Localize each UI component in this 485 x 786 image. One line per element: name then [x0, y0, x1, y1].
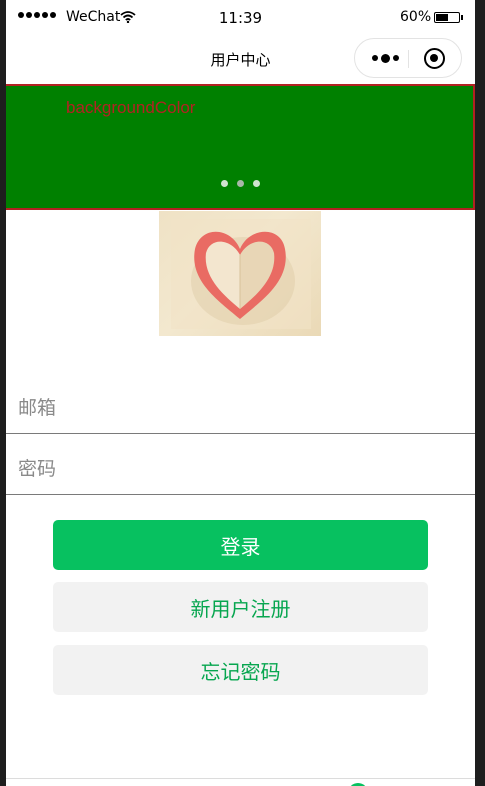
forgot-password-button[interactable]: 忘记密码 [53, 645, 428, 695]
battery-fill [436, 14, 448, 21]
login-button[interactable]: 登录 [53, 520, 428, 570]
target-circle-icon[interactable] [424, 48, 445, 69]
heart-icon [171, 219, 311, 329]
paper-heart-image [159, 211, 321, 336]
password-field-row [6, 439, 475, 495]
register-button[interactable]: 新用户注册 [53, 582, 428, 632]
swiper-dot[interactable] [253, 180, 260, 187]
swiper-indicator [221, 180, 260, 187]
banner-text: backgroundColor [66, 98, 196, 117]
capsule-divider [408, 50, 409, 68]
email-field-row [6, 378, 475, 434]
swiper-dot[interactable] [221, 180, 228, 187]
email-input[interactable] [18, 394, 458, 422]
battery-icon [434, 12, 463, 23]
banner-swiper[interactable]: backgroundColor [6, 84, 475, 210]
phone-screen: WeChat 11:39 60% 用户中心 backgroundColor 邮箱… [6, 0, 475, 786]
swiper-dot-active[interactable] [237, 180, 244, 187]
status-bar: WeChat 11:39 60% [6, 0, 475, 34]
password-input[interactable] [18, 455, 458, 483]
more-dots-icon[interactable] [367, 49, 403, 67]
tab-bar-border [6, 778, 475, 779]
battery-percent: 60% [400, 9, 432, 25]
mini-program-capsule [354, 38, 462, 78]
